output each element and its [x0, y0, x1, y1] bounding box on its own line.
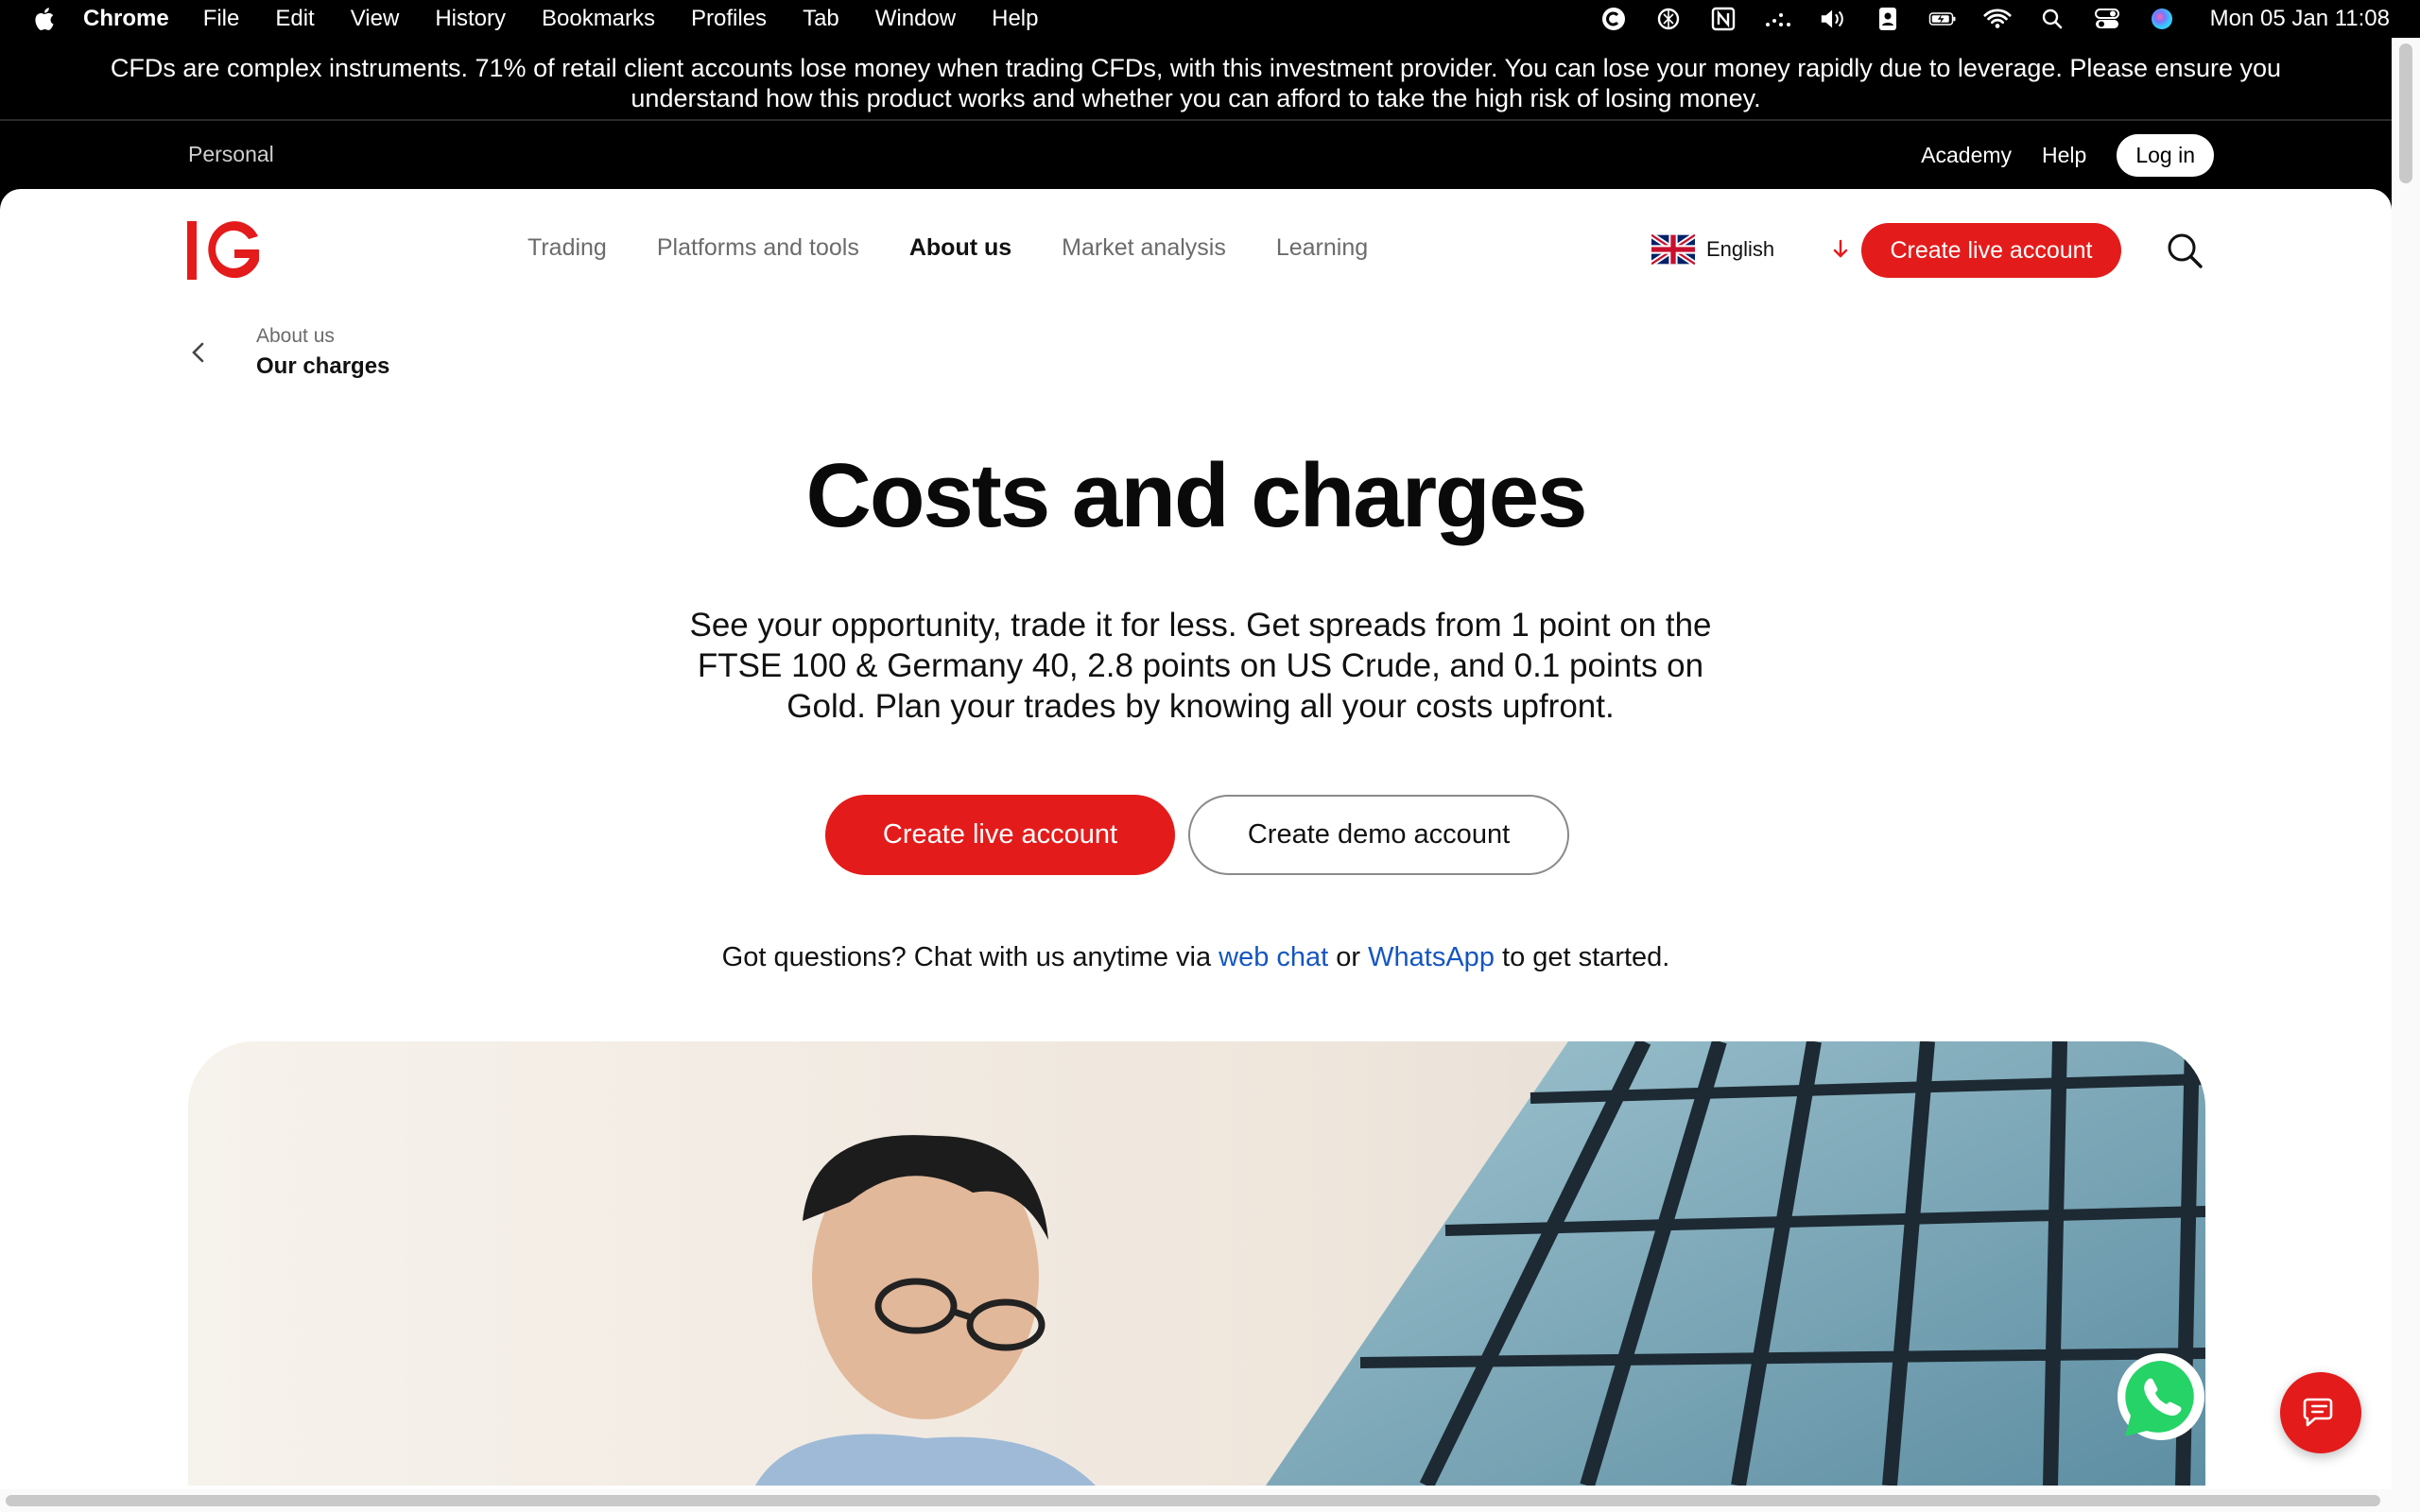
risk-warning-banner: CFDs are complex instruments. 71% of ret…	[0, 38, 2392, 121]
nav-learning[interactable]: Learning	[1276, 234, 1368, 262]
breadcrumb-current: Our charges	[256, 353, 390, 379]
create-demo-account-button[interactable]: Create demo account	[1188, 795, 1569, 875]
activity-dots-icon[interactable]	[1764, 5, 1792, 33]
hero-photo-illustration	[188, 1041, 2205, 1486]
menu-history[interactable]: History	[435, 6, 506, 32]
chevron-left-icon[interactable]	[187, 338, 210, 367]
menu-app-chrome[interactable]: Chrome	[83, 6, 169, 32]
menu-view[interactable]: View	[351, 6, 400, 32]
language-selector[interactable]: English	[1651, 234, 1850, 265]
chatgpt-icon[interactable]	[1654, 5, 1683, 33]
main-navigation: Trading Platforms and tools About us Mar…	[0, 189, 2392, 312]
nav-create-live-account-button[interactable]: Create live account	[1861, 223, 2121, 278]
page-content: Trading Platforms and tools About us Mar…	[0, 189, 2392, 1493]
horizontal-scrollbar-thumb[interactable]	[6, 1495, 2380, 1506]
web-chat-link[interactable]: web chat	[1219, 942, 1328, 972]
academy-link[interactable]: Academy	[1921, 143, 2012, 168]
chat-prompt: Got questions? Chat with us anytime via …	[0, 942, 2392, 973]
control-center-icon[interactable]	[2093, 5, 2121, 33]
vertical-scrollbar-thumb[interactable]	[2399, 43, 2412, 183]
chat-support-button[interactable]	[2280, 1372, 2361, 1453]
whatsapp-link[interactable]: WhatsApp	[1368, 942, 1495, 972]
apple-logo-icon[interactable]	[32, 5, 57, 33]
create-live-account-button[interactable]: Create live account	[825, 795, 1175, 875]
nav-platforms-and-tools[interactable]: Platforms and tools	[657, 234, 859, 262]
macos-menu-bar: Chrome File Edit View History Bookmarks …	[0, 0, 2420, 38]
menu-edit[interactable]: Edit	[275, 6, 314, 32]
contacts-icon[interactable]	[1874, 5, 1902, 33]
uk-flag-icon	[1651, 234, 1695, 265]
grammarly-icon[interactable]	[1599, 5, 1628, 33]
volume-icon[interactable]	[1819, 5, 1847, 33]
menu-bookmarks[interactable]: Bookmarks	[542, 6, 655, 32]
siri-icon[interactable]	[2148, 5, 2176, 33]
spotlight-search-icon[interactable]	[2038, 5, 2066, 33]
menubar-clock[interactable]: Mon 05 Jan 11:08	[2210, 6, 2390, 32]
vertical-scrollbar[interactable]	[2392, 38, 2420, 1512]
menu-tab[interactable]: Tab	[803, 6, 839, 32]
page-title: Costs and charges	[805, 445, 1588, 546]
nav-about-us[interactable]: About us	[909, 234, 1011, 262]
hero-photo	[188, 1041, 2205, 1486]
notion-icon[interactable]	[1709, 5, 1737, 33]
breadcrumb-parent[interactable]: About us	[256, 325, 335, 348]
whatsapp-floating-icon[interactable]	[2114, 1351, 2208, 1446]
chat-prompt-or: or	[1336, 942, 1361, 972]
chat-prompt-prefix: Got questions? Chat with us anytime via	[721, 942, 1212, 972]
arrow-down-icon	[1833, 239, 1848, 258]
battery-charging-icon[interactable]	[1928, 5, 1957, 33]
chat-prompt-suffix: to get started.	[1502, 942, 1670, 972]
search-icon[interactable]	[2165, 231, 2204, 270]
login-button[interactable]: Log in	[2117, 134, 2214, 177]
ig-logo[interactable]	[187, 215, 263, 284]
help-link[interactable]: Help	[2042, 143, 2086, 168]
utility-links: Academy Help Log in	[1921, 134, 2214, 177]
primary-nav-links: Trading Platforms and tools About us Mar…	[527, 234, 1368, 262]
menu-profiles[interactable]: Profiles	[691, 6, 767, 32]
status-area: Mon 05 Jan 11:08	[1599, 0, 2390, 38]
menu-file[interactable]: File	[203, 6, 240, 32]
nav-trading[interactable]: Trading	[527, 234, 607, 262]
menu-window[interactable]: Window	[875, 6, 956, 32]
horizontal-scrollbar[interactable]	[0, 1489, 2392, 1512]
segment-personal-link[interactable]: Personal	[188, 142, 274, 167]
hero-subtitle: See your opportunity, trade it for less.…	[689, 607, 1712, 725]
language-label: English	[1706, 237, 1775, 261]
wifi-icon[interactable]	[1983, 5, 2012, 33]
nav-market-analysis[interactable]: Market analysis	[1062, 234, 1226, 262]
top-utility-bar: Personal Academy Help Log in	[0, 121, 2392, 189]
menu-help[interactable]: Help	[992, 6, 1038, 32]
chat-bubble-icon	[2303, 1398, 2333, 1427]
